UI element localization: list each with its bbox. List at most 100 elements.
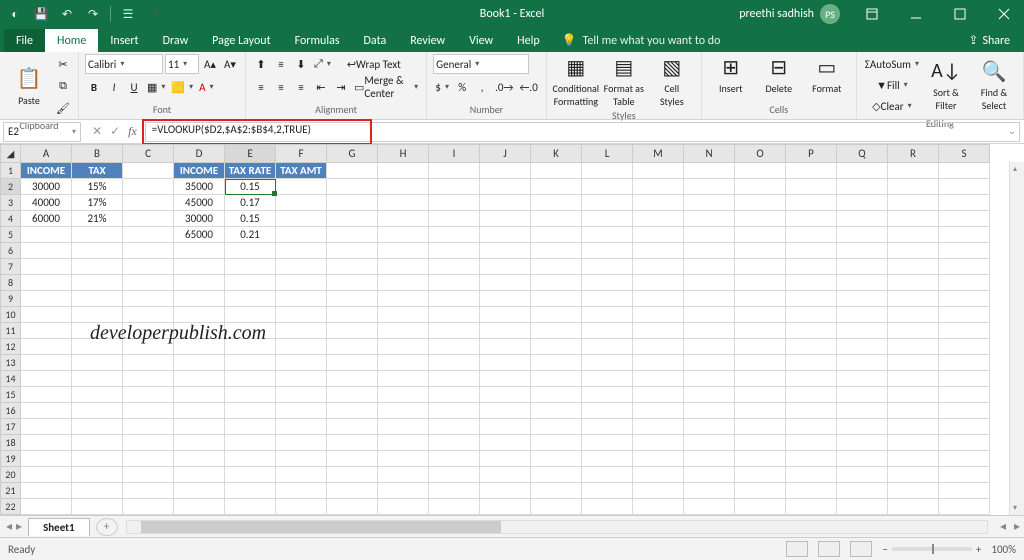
row-header[interactable]: 17 [1, 419, 21, 435]
row-header[interactable]: 7 [1, 259, 21, 275]
cell[interactable] [888, 323, 939, 339]
cell[interactable] [582, 499, 633, 515]
cell[interactable] [429, 467, 480, 483]
cell[interactable] [378, 275, 429, 291]
cell[interactable] [786, 483, 837, 499]
minimize-icon[interactable] [896, 0, 936, 28]
cell[interactable] [123, 435, 174, 451]
cell[interactable] [939, 451, 990, 467]
cell[interactable] [480, 387, 531, 403]
cell[interactable] [174, 371, 225, 387]
cell[interactable] [684, 451, 735, 467]
cell[interactable] [633, 275, 684, 291]
cell[interactable] [735, 419, 786, 435]
row-header[interactable]: 14 [1, 371, 21, 387]
cell[interactable] [225, 499, 276, 515]
cell[interactable] [684, 195, 735, 211]
cell[interactable] [276, 275, 327, 291]
cell[interactable] [684, 403, 735, 419]
fill-button[interactable]: ▼ Fill [863, 75, 921, 95]
cell[interactable] [378, 371, 429, 387]
zoom-in-icon[interactable]: + [976, 543, 981, 556]
cell[interactable] [888, 195, 939, 211]
cell[interactable] [786, 467, 837, 483]
tab-page-layout[interactable]: Page Layout [200, 29, 282, 52]
row-header[interactable]: 2 [1, 179, 21, 195]
cell[interactable] [429, 419, 480, 435]
cell[interactable] [429, 243, 480, 259]
cell[interactable] [582, 419, 633, 435]
cell[interactable] [21, 419, 72, 435]
format-as-table-button[interactable]: ▤Format as Table [601, 54, 647, 108]
cell[interactable] [276, 467, 327, 483]
cell[interactable] [72, 307, 123, 323]
cell[interactable] [225, 291, 276, 307]
cell[interactable] [837, 355, 888, 371]
cell[interactable] [429, 387, 480, 403]
cell[interactable] [531, 275, 582, 291]
cell[interactable] [276, 499, 327, 515]
cell[interactable] [378, 419, 429, 435]
cell[interactable] [531, 227, 582, 243]
cell[interactable] [429, 195, 480, 211]
cell[interactable] [327, 195, 378, 211]
tab-formulas[interactable]: Formulas [283, 29, 352, 52]
cell[interactable] [429, 211, 480, 227]
cell[interactable] [174, 451, 225, 467]
row-header[interactable]: 5 [1, 227, 21, 243]
cell[interactable] [429, 355, 480, 371]
cell[interactable] [225, 259, 276, 275]
cell[interactable] [276, 195, 327, 211]
cell[interactable] [684, 467, 735, 483]
tab-help[interactable]: Help [505, 29, 552, 52]
cell[interactable] [786, 211, 837, 227]
cell[interactable] [123, 371, 174, 387]
cell[interactable]: TAX AMT [276, 163, 327, 179]
cell[interactable] [684, 275, 735, 291]
cell[interactable] [735, 451, 786, 467]
cell[interactable] [174, 291, 225, 307]
cell[interactable] [786, 451, 837, 467]
cell[interactable] [735, 163, 786, 179]
zoom-out-icon[interactable]: − [882, 543, 887, 556]
cell[interactable] [21, 499, 72, 515]
cell[interactable] [531, 259, 582, 275]
cell[interactable] [582, 451, 633, 467]
cell[interactable] [888, 179, 939, 195]
cell[interactable] [939, 355, 990, 371]
cell[interactable] [327, 435, 378, 451]
row-header[interactable]: 16 [1, 403, 21, 419]
comma-format-icon[interactable]: , [473, 77, 491, 97]
cell[interactable] [378, 435, 429, 451]
cell[interactable]: 0.21 [225, 227, 276, 243]
cell[interactable] [21, 483, 72, 499]
tab-draw[interactable]: Draw [151, 29, 201, 52]
format-painter-icon[interactable]: 🖌 [54, 98, 72, 118]
cell[interactable] [939, 163, 990, 179]
cell[interactable] [378, 307, 429, 323]
cell[interactable] [735, 323, 786, 339]
cell[interactable] [225, 451, 276, 467]
col-header[interactable]: D [174, 145, 225, 163]
cell[interactable] [531, 435, 582, 451]
cell[interactable]: 0.15 [225, 211, 276, 227]
cell[interactable] [939, 243, 990, 259]
cell[interactable] [786, 339, 837, 355]
cell[interactable] [480, 419, 531, 435]
cell[interactable] [276, 451, 327, 467]
cell[interactable] [939, 499, 990, 515]
cell[interactable] [633, 291, 684, 307]
formula-expand-icon[interactable]: ⌄ [1008, 124, 1016, 137]
copy-icon[interactable]: ⧉ [54, 76, 72, 96]
cell[interactable] [888, 451, 939, 467]
cell[interactable] [786, 371, 837, 387]
cell[interactable] [174, 275, 225, 291]
cell[interactable] [582, 323, 633, 339]
cell[interactable] [633, 179, 684, 195]
cell[interactable] [684, 227, 735, 243]
align-bottom-icon[interactable]: ⬇ [292, 54, 310, 74]
cell[interactable] [480, 259, 531, 275]
cell[interactable] [378, 291, 429, 307]
cell[interactable] [276, 291, 327, 307]
cell[interactable] [633, 195, 684, 211]
